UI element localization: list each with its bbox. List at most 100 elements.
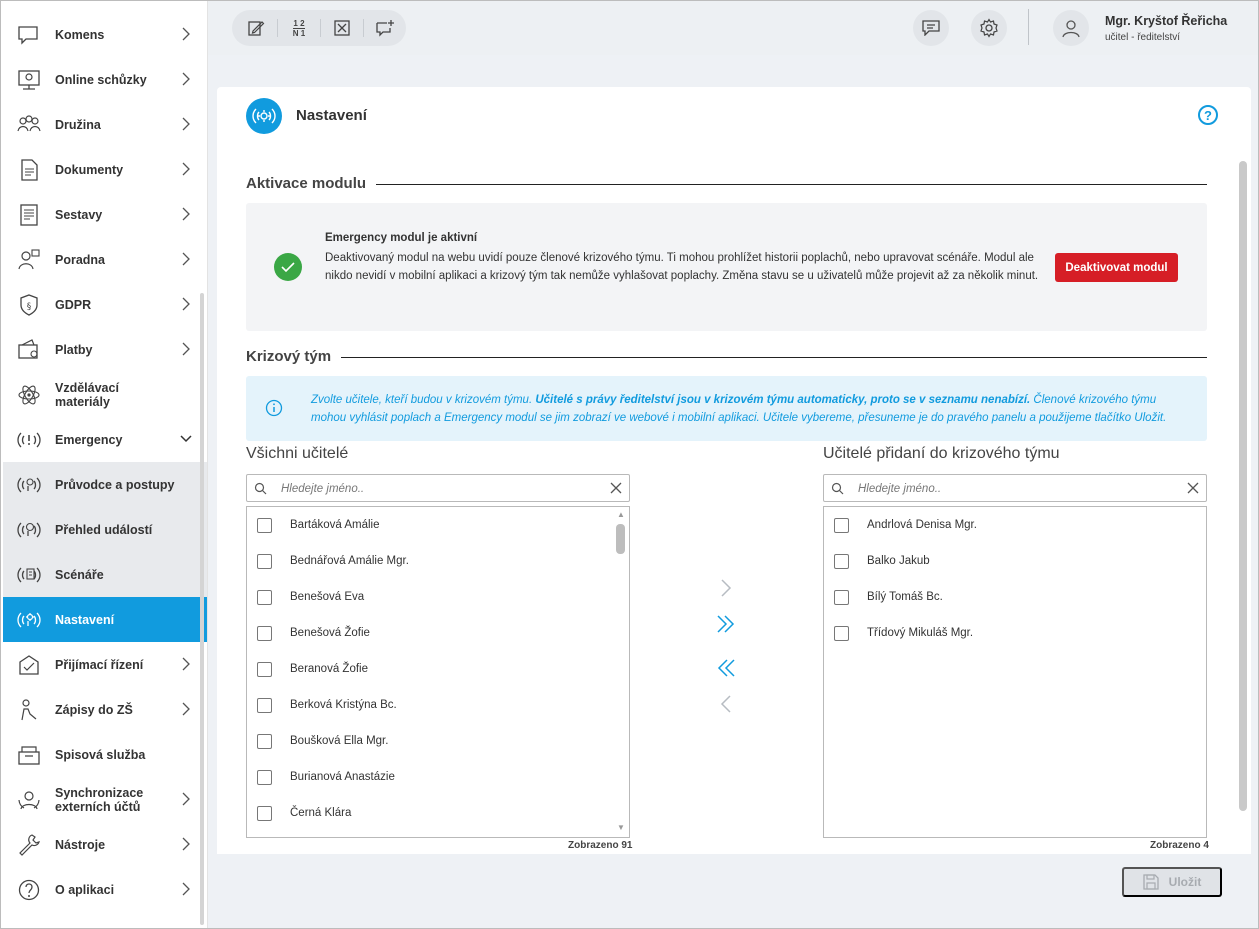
- teacher-name: Andrlová Denisa Mgr.: [867, 519, 977, 531]
- sidebar-item-17[interactable]: Synchronizace externích účtů: [3, 777, 207, 822]
- chevron-right-icon: [182, 117, 190, 131]
- checkbox[interactable]: [257, 589, 272, 605]
- footer-bar: [217, 854, 1251, 912]
- list-item[interactable]: Andrlová Denisa Mgr.: [824, 507, 1206, 543]
- help-button[interactable]: ?: [1198, 105, 1218, 125]
- timetable-numbers-button[interactable]: 1 2 N 1: [281, 10, 317, 46]
- gdpr-shield-icon: §: [20, 294, 38, 316]
- added-teachers-title: Učitelé přidaní do krizového týmu: [823, 445, 1060, 462]
- chevron-right-icon: [182, 342, 190, 356]
- sidebar-item-2[interactable]: Družina: [3, 102, 207, 147]
- checkbox[interactable]: [257, 697, 272, 713]
- messages-button[interactable]: [913, 10, 949, 46]
- sidebar-item-6[interactable]: § GDPR: [3, 282, 207, 327]
- content-scrollbar[interactable]: [1239, 161, 1247, 811]
- list-item[interactable]: Benešová Žofie: [247, 615, 629, 651]
- added-teachers-search-input[interactable]: [858, 480, 1158, 498]
- all-teachers-list-scrollbar[interactable]: [616, 524, 625, 554]
- clear-search-icon[interactable]: [1186, 481, 1200, 495]
- sidebar-item-16[interactable]: Spisová služba: [3, 732, 207, 777]
- move-all-right-button[interactable]: [714, 612, 738, 636]
- wallet-icon: [18, 339, 38, 359]
- teacher-name: Benešová Eva: [290, 591, 365, 603]
- sidebar-item-9[interactable]: Emergency: [3, 417, 207, 462]
- checkbox[interactable]: [257, 553, 272, 569]
- move-left-button[interactable]: [714, 692, 738, 716]
- move-all-left-button[interactable]: [714, 656, 738, 680]
- move-right-button[interactable]: [714, 576, 738, 600]
- sidebar-item-3[interactable]: Dokumenty: [3, 147, 207, 192]
- sidebar-item-11[interactable]: Přehled událostí: [3, 507, 207, 552]
- new-message-button[interactable]: [367, 10, 403, 46]
- sidebar-item-10[interactable]: Průvodce a postupy: [3, 462, 207, 507]
- teacher-name: Beranová Žofie: [290, 663, 368, 675]
- scroll-up-arrow-icon[interactable]: ▲: [617, 510, 625, 519]
- list-item[interactable]: Bílý Tomáš Bc.: [824, 579, 1206, 615]
- list-item[interactable]: Boušková Ella Mgr.: [247, 723, 629, 759]
- sidebar-item-15[interactable]: Zápisy do ZŠ: [3, 687, 207, 732]
- sidebar-item-7[interactable]: Platby: [3, 327, 207, 372]
- sidebar-item-18[interactable]: Nástroje: [3, 822, 207, 867]
- enrollment-icon: [21, 699, 37, 721]
- sidebar-item-13[interactable]: Nastavení: [3, 597, 207, 642]
- checkbox[interactable]: [257, 517, 272, 533]
- emergency-scenarios-icon: [17, 567, 41, 583]
- chevron-down-icon: [180, 435, 192, 443]
- sidebar-item-label: Družina: [55, 117, 101, 132]
- sidebar-item-5[interactable]: Poradna: [3, 237, 207, 282]
- sidebar-item-14[interactable]: Přijímací řízení: [3, 642, 207, 687]
- list-item[interactable]: Benešová Eva: [247, 579, 629, 615]
- sidebar-item-0[interactable]: Komens: [3, 12, 207, 57]
- all-teachers-search: [246, 474, 630, 502]
- checkbox[interactable]: [834, 553, 849, 569]
- teacher-name: Černá Klára: [290, 807, 352, 819]
- sidebar-item-8[interactable]: Vzdělávací materiály: [3, 372, 207, 417]
- sidebar-item-1[interactable]: Online schůzky: [3, 57, 207, 102]
- checkbox[interactable]: [257, 769, 272, 785]
- emergency-events-icon: [17, 522, 41, 538]
- teacher-name: Bednářová Amálie Mgr.: [290, 555, 409, 567]
- list-item[interactable]: Berková Kristýna Bc.: [247, 687, 629, 723]
- close-box-button[interactable]: [324, 10, 360, 46]
- checkbox[interactable]: [257, 661, 272, 677]
- edit-note-button[interactable]: [238, 10, 274, 46]
- list-item[interactable]: Beranová Žofie: [247, 651, 629, 687]
- list-item[interactable]: Třídový Mikuláš Mgr.: [824, 615, 1206, 651]
- all-teachers-count: Zobrazeno 91: [568, 840, 633, 851]
- list-item[interactable]: Bartáková Amálie: [247, 507, 629, 543]
- search-icon: [831, 482, 844, 495]
- sidebar-item-19[interactable]: O aplikaci: [3, 867, 207, 912]
- list-item[interactable]: Bednářová Amálie Mgr.: [247, 543, 629, 579]
- section-divider: [339, 357, 1207, 358]
- checkbox[interactable]: [257, 625, 272, 641]
- checkbox[interactable]: [834, 517, 849, 533]
- user-name[interactable]: Mgr. Kryštof Řeřicha: [1105, 14, 1227, 28]
- settings-button[interactable]: [971, 10, 1007, 46]
- counseling-icon: [18, 249, 40, 270]
- clear-search-icon[interactable]: [609, 481, 623, 495]
- numbers-top: 1 2: [293, 18, 305, 28]
- checkbox[interactable]: [257, 733, 272, 749]
- sidebar-item-12[interactable]: Scénáře: [3, 552, 207, 597]
- user-avatar-button[interactable]: [1053, 10, 1089, 46]
- list-item[interactable]: Burianová Anastázie: [247, 759, 629, 795]
- list-item[interactable]: Balko Jakub: [824, 543, 1206, 579]
- online-meeting-icon: [18, 70, 40, 90]
- checkbox[interactable]: [834, 625, 849, 641]
- top-bar: 1 2 N 1 Mgr. Kryštof Řeřicha učitel - ře…: [208, 1, 1258, 55]
- sidebar-scrollbar[interactable]: [200, 293, 204, 925]
- sidebar-item-4[interactable]: Sestavy: [3, 192, 207, 237]
- scroll-down-arrow-icon[interactable]: ▼: [617, 823, 625, 832]
- all-teachers-search-input[interactable]: [281, 480, 581, 498]
- save-button-label: Uložit: [1168, 875, 1202, 889]
- search-icon: [254, 482, 267, 495]
- save-button[interactable]: Uložit: [1122, 867, 1222, 897]
- added-teachers-search: [823, 474, 1207, 502]
- checkbox[interactable]: [834, 589, 849, 605]
- module-status-text: Deaktivovaný modul na webu uvidí pouze č…: [325, 252, 1039, 282]
- double-chevron-right-icon: [717, 615, 735, 633]
- deactivate-module-button[interactable]: Deaktivovat modul: [1055, 253, 1178, 282]
- sidebar-item-label: Poradna: [55, 252, 106, 267]
- checkbox[interactable]: [257, 805, 272, 821]
- list-item[interactable]: Černá Klára: [247, 795, 629, 831]
